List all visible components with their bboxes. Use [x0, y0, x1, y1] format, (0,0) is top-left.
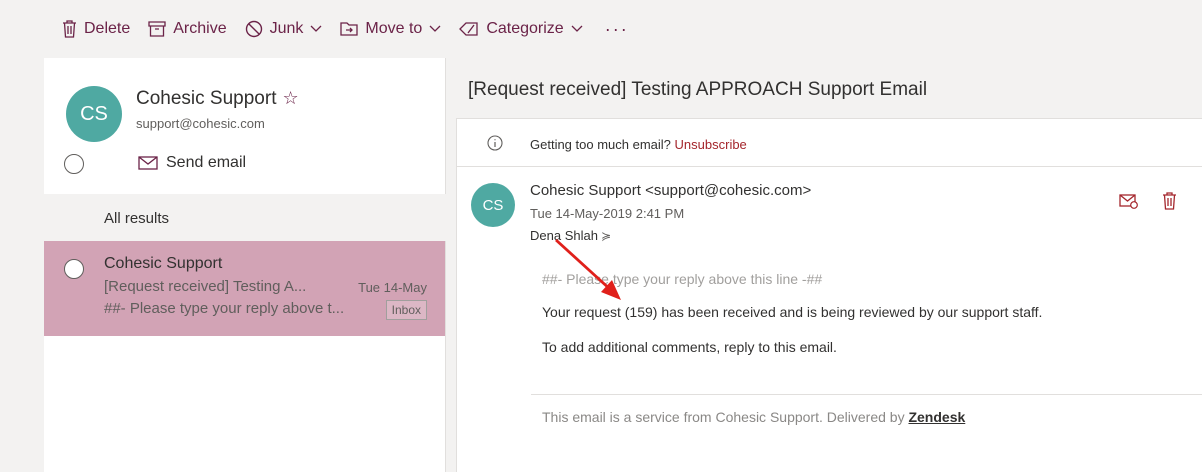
reading-pane: Getting too much email? Unsubscribe CS C… [456, 118, 1202, 472]
move-to-button[interactable]: Move to [340, 14, 441, 44]
more-actions-button[interactable]: ··· [605, 19, 629, 40]
command-toolbar: Delete Archive Junk Move to Categorize ·… [0, 0, 1202, 58]
message-date: Tue 14-May [358, 280, 427, 295]
sender-name[interactable]: Cohesic Support <support@cohesic.com> [530, 182, 811, 199]
contact-name-row: Cohesic Support ☆ [136, 88, 299, 110]
move-folder-icon [340, 22, 359, 36]
archive-icon [148, 21, 166, 37]
contact-name: Cohesic Support [136, 88, 277, 109]
recipient-name: Dena Shlah [530, 228, 598, 243]
junk-button[interactable]: Junk [245, 14, 323, 44]
unsubscribe-bar: Getting too much email? Unsubscribe [457, 119, 1202, 167]
left-rail [0, 58, 8, 472]
unsubscribe-prompt: Getting too much email? [530, 137, 671, 152]
message-list-item[interactable]: Cohesic Support [Request received] Testi… [44, 241, 445, 336]
zendesk-link[interactable]: Zendesk [908, 409, 965, 425]
archive-button[interactable]: Archive [148, 14, 227, 44]
footer-text: This email is a service from Cohesic Sup… [542, 409, 905, 425]
block-icon [245, 20, 262, 38]
delete-message-icon[interactable] [1162, 192, 1177, 210]
folder-badge[interactable]: Inbox [385, 300, 427, 320]
recipient-row[interactable]: Dena Shlah ≽ [530, 228, 611, 243]
email-footer: This email is a service from Cohesic Sup… [542, 409, 965, 425]
unsubscribe-text: Getting too much email? Unsubscribe [530, 137, 747, 152]
sender-avatar[interactable]: CS [471, 183, 515, 227]
message-sender: Cohesic Support [104, 255, 223, 272]
mail-icon [138, 156, 158, 170]
body-paragraph-1: Your request (159) has been received and… [542, 304, 1043, 320]
send-email-button[interactable]: Send email [138, 154, 246, 172]
chevron-down-icon[interactable] [571, 25, 583, 33]
tag-icon [459, 22, 478, 36]
results-header: All results [44, 194, 446, 241]
reply-separator: ##- Please type your reply above this li… [542, 271, 823, 287]
sent-date: Tue 14-May-2019 2:41 PM [530, 206, 685, 221]
body-paragraph-2: To add additional comments, reply to thi… [542, 339, 837, 355]
chevron-down-icon[interactable] [310, 25, 322, 33]
categorize-button[interactable]: Categorize [459, 14, 583, 44]
star-icon[interactable]: ☆ [282, 88, 298, 108]
categorize-label: Categorize [486, 20, 564, 37]
delete-button[interactable]: Delete [62, 14, 130, 44]
trash-icon [63, 20, 76, 38]
email-subject-title: [Request received] Testing APPROACH Supp… [468, 79, 928, 100]
chevron-down-icon[interactable] [429, 25, 441, 33]
expand-recipients-icon[interactable]: ≽ [601, 229, 611, 243]
archive-label: Archive [173, 20, 227, 37]
message-subject: [Request received] Testing A... [104, 278, 307, 295]
footer-divider [531, 394, 1202, 395]
move-to-label: Move to [365, 20, 423, 37]
unsubscribe-link[interactable]: Unsubscribe [675, 137, 747, 152]
mark-unread-icon[interactable] [1119, 193, 1139, 209]
contact-select-radio[interactable] [64, 154, 84, 174]
delete-label: Delete [84, 20, 131, 37]
message-select-radio[interactable] [64, 259, 84, 279]
junk-label: Junk [269, 20, 304, 37]
search-results-pane: CS Cohesic Support ☆ support@cohesic.com … [44, 58, 446, 472]
contact-avatar[interactable]: CS [66, 86, 122, 142]
send-email-label: Send email [166, 154, 247, 171]
contact-email: support@cohesic.com [136, 116, 265, 131]
info-icon [487, 135, 503, 151]
message-preview: ##- Please type your reply above t... [104, 300, 345, 317]
